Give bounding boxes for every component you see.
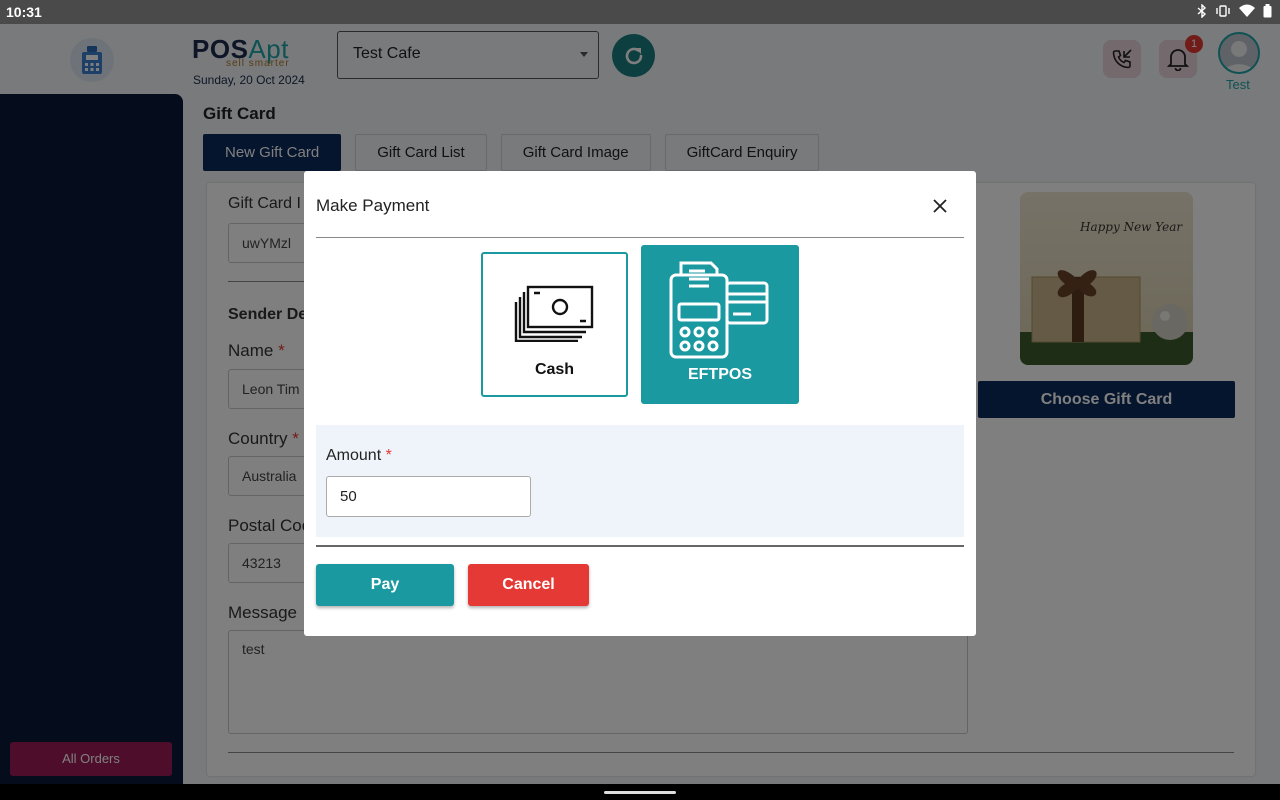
eftpos-option[interactable]: EFTPOS xyxy=(641,245,799,404)
vibrate-icon xyxy=(1215,4,1231,21)
dialog-title: Make Payment xyxy=(316,196,430,215)
cash-icon xyxy=(514,285,594,342)
home-gesture-handle[interactable] xyxy=(604,791,676,794)
required-mark: * xyxy=(385,447,392,464)
status-icons xyxy=(1197,3,1272,21)
dialog-footer-divider xyxy=(316,545,964,547)
bluetooth-icon xyxy=(1197,3,1207,21)
pay-button[interactable]: Pay xyxy=(316,564,454,606)
eftpos-option-label: EFTPOS xyxy=(687,366,752,383)
wifi-icon xyxy=(1239,4,1255,21)
amount-section: Amount * 50 xyxy=(316,425,964,537)
eftpos-icon xyxy=(669,261,769,359)
cash-option[interactable]: Cash xyxy=(481,252,628,397)
cash-option-label: Cash xyxy=(534,361,575,378)
battery-icon xyxy=(1263,4,1272,21)
cancel-button[interactable]: Cancel xyxy=(468,564,589,606)
amount-label-text: Amount xyxy=(326,447,382,464)
status-time: 10:31 xyxy=(6,4,42,20)
amount-field[interactable]: 50 xyxy=(326,476,531,517)
system-nav-bar xyxy=(0,784,1280,800)
dialog-header-divider xyxy=(316,237,964,238)
make-payment-dialog: Make Payment Cash EFTPOS Amount * 50 Pay… xyxy=(304,171,976,636)
amount-label: Amount * xyxy=(326,447,392,465)
status-bar: 10:31 xyxy=(0,0,1280,24)
close-icon[interactable] xyxy=(929,195,951,217)
